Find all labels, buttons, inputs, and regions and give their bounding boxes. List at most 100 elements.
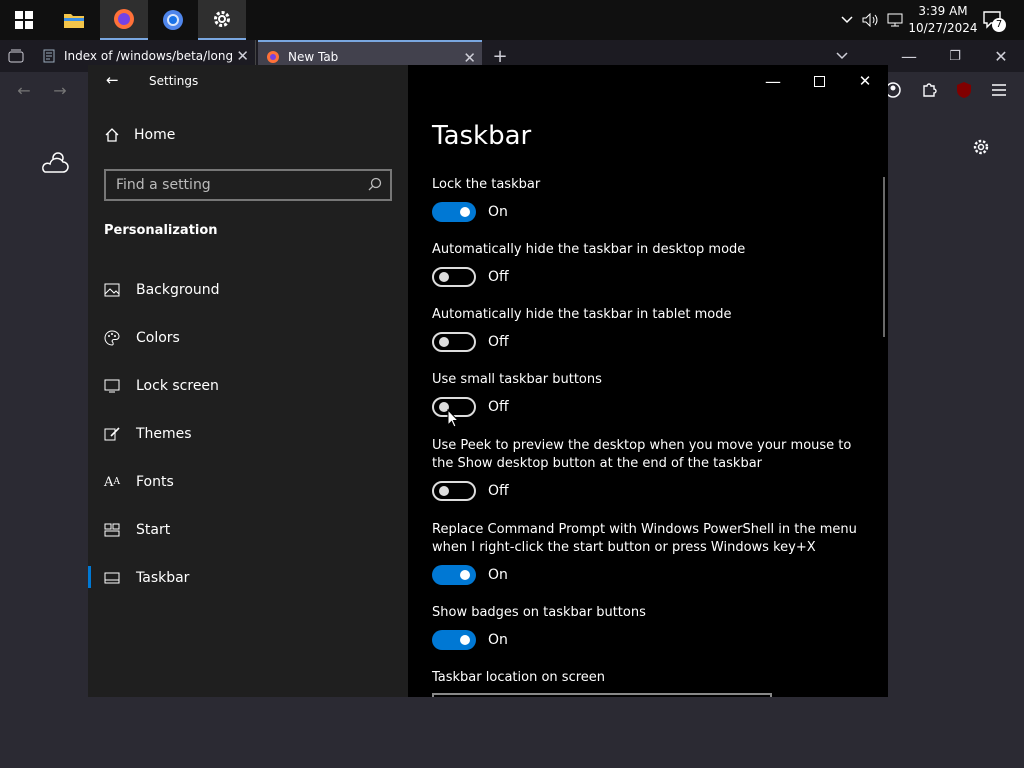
extensions-button[interactable] — [918, 72, 940, 108]
sidebar-item-background[interactable]: Background — [104, 278, 220, 302]
nav-label: Start — [136, 522, 171, 538]
firefox-view-button[interactable] — [4, 40, 28, 72]
image-icon — [104, 282, 120, 298]
minimize-button[interactable]: — — [750, 69, 796, 93]
start-icon — [104, 522, 120, 538]
brush-icon — [104, 426, 120, 442]
clock-date: 10/27/2024 — [908, 21, 978, 35]
toggle-state: Off — [488, 334, 509, 350]
ublock-button[interactable] — [953, 72, 975, 108]
file-explorer-button[interactable] — [50, 0, 98, 40]
tab-title: New Tab — [288, 50, 339, 64]
show-hidden-icons[interactable] — [838, 0, 856, 40]
system-clock[interactable]: 3:39 AM 10/27/2024 — [908, 3, 978, 37]
speaker-icon — [862, 13, 878, 27]
monitor-icon — [104, 378, 120, 394]
setting-powershell: Replace Command Prompt with Windows Powe… — [432, 521, 862, 585]
setting-small-buttons: Use small taskbar buttons Off — [432, 371, 862, 417]
setting-label: Lock the taskbar — [432, 177, 541, 192]
firefox-taskbar-button[interactable] — [100, 0, 148, 40]
toggle-state: Off — [488, 399, 509, 415]
plus-icon: + — [492, 45, 508, 67]
setting-peek: Use Peek to preview the desktop when you… — [432, 437, 862, 501]
settings-sidebar: ← Settings Home Find a setting Personali… — [88, 65, 408, 697]
home-icon — [105, 128, 119, 142]
lock-taskbar-toggle[interactable] — [432, 202, 476, 222]
setting-autohide-desktop: Automatically hide the taskbar in deskto… — [432, 241, 862, 287]
chrome-icon — [163, 10, 183, 30]
close-icon: ✕ — [858, 72, 872, 90]
minimize-icon: — — [765, 71, 781, 91]
sidebar-item-lock-screen[interactable]: Lock screen — [104, 374, 219, 398]
windows-logo-icon — [15, 11, 33, 29]
browser-minimize-button[interactable]: — — [896, 40, 922, 72]
section-heading: Personalization — [104, 223, 218, 238]
sidebar-item-colors[interactable]: Colors — [104, 326, 180, 350]
nav-label: Themes — [136, 426, 192, 442]
restore-icon: ❐ — [949, 48, 961, 64]
nav-label: Background — [136, 282, 220, 298]
palette-icon — [104, 330, 120, 346]
app-menu-button[interactable] — [988, 72, 1010, 108]
font-icon: AA — [104, 474, 120, 490]
ublock-icon — [957, 82, 971, 98]
autohide-tablet-toggle[interactable] — [432, 332, 476, 352]
action-center-button[interactable]: 7 — [980, 0, 1006, 40]
network-button[interactable] — [884, 0, 906, 40]
close-tab-icon[interactable]: ✕ — [236, 47, 249, 65]
setting-badges: Show badges on taskbar buttons On — [432, 604, 862, 650]
taskbar-icon — [104, 570, 120, 586]
mouse-cursor-icon — [447, 409, 459, 428]
close-icon: ✕ — [994, 46, 1008, 66]
toggle-state: Off — [488, 483, 509, 499]
taskbar-location-dropdown[interactable] — [432, 693, 772, 697]
sidebar-item-fonts[interactable]: AA Fonts — [104, 470, 174, 494]
sidebar-item-home[interactable]: Home — [104, 127, 175, 143]
content-scrollbar[interactable] — [883, 177, 885, 337]
forward-button[interactable]: → — [48, 72, 72, 108]
peek-toggle[interactable] — [432, 481, 476, 501]
setting-autohide-tablet: Automatically hide the taskbar in tablet… — [432, 306, 862, 352]
page-icon — [43, 49, 55, 63]
gear-icon — [214, 11, 230, 27]
browser-restore-button[interactable]: ❐ — [942, 40, 968, 72]
setting-label: Use small taskbar buttons — [432, 372, 602, 387]
toggle-state: On — [488, 567, 508, 583]
close-button[interactable]: ✕ — [842, 69, 888, 93]
maximize-icon — [813, 75, 825, 87]
chevron-down-icon — [836, 52, 848, 60]
powershell-toggle[interactable] — [432, 565, 476, 585]
autohide-desktop-toggle[interactable] — [432, 267, 476, 287]
sidebar-item-themes[interactable]: Themes — [104, 422, 192, 446]
toggle-state: On — [488, 632, 508, 648]
minimize-icon: — — [901, 46, 917, 66]
hamburger-menu-icon — [992, 84, 1006, 96]
browser-close-button[interactable]: ✕ — [988, 40, 1014, 72]
arrow-left-icon: ← — [17, 80, 31, 100]
setting-label: Automatically hide the taskbar in deskto… — [432, 242, 746, 257]
personalize-new-tab-button[interactable] — [972, 138, 990, 160]
back-button[interactable]: ← — [12, 72, 36, 108]
setting-label: Automatically hide the taskbar in tablet… — [432, 307, 732, 322]
toggle-state: On — [488, 204, 508, 220]
sidebar-item-taskbar[interactable]: Taskbar — [104, 566, 189, 590]
weather-widget[interactable] — [40, 150, 70, 178]
toggle-state: Off — [488, 269, 509, 285]
back-arrow-icon[interactable]: ← — [106, 71, 119, 89]
start-button[interactable] — [0, 0, 48, 40]
firefox-icon — [267, 51, 279, 63]
cloudy-weather-icon — [42, 152, 69, 173]
chrome-taskbar-button[interactable] — [149, 0, 197, 40]
settings-taskbar-button[interactable] — [198, 0, 246, 40]
setting-label: Replace Command Prompt with Windows Powe… — [432, 522, 857, 555]
volume-button[interactable] — [860, 0, 882, 40]
tab-title: Index of /windows/beta/longhorn — [64, 49, 232, 63]
windows-taskbar: 3:39 AM 10/27/2024 7 — [0, 0, 1024, 40]
sidebar-item-start[interactable]: Start — [104, 518, 170, 542]
home-label: Home — [134, 127, 176, 143]
badges-toggle[interactable] — [432, 630, 476, 650]
search-input[interactable]: Find a setting — [104, 169, 392, 201]
nav-label: Lock screen — [136, 378, 219, 394]
maximize-button[interactable] — [796, 69, 842, 93]
settings-window: ← Settings Home Find a setting Personali… — [88, 65, 888, 697]
